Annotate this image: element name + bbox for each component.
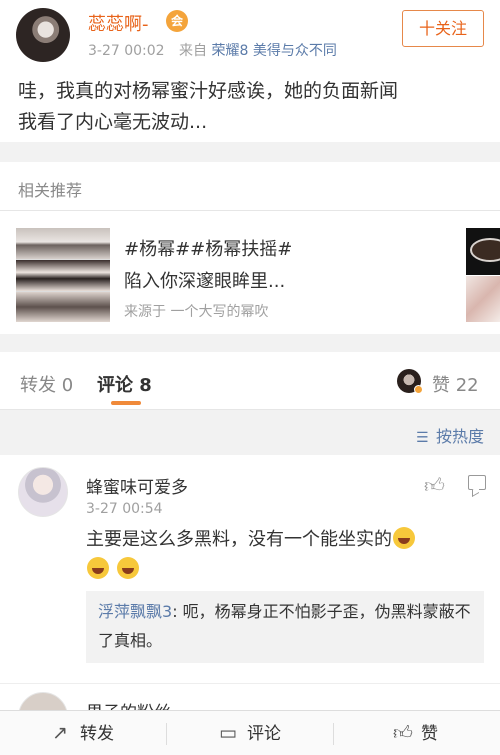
- comment-text: 主要是这么多黑料，没有一个能坐实的: [86, 525, 486, 585]
- sort-label: 按热度: [435, 427, 484, 446]
- laugh-emoji-icon: [87, 557, 109, 579]
- thumbs-up-icon[interactable]: 👍︎: [424, 473, 445, 498]
- related-recommendation: 相关推荐 #杨幂##杨幂扶摇# 陷入你深邃眼眸里... 来源于 一个大写的幂吹: [0, 162, 500, 334]
- author-avatar[interactable]: [16, 8, 70, 62]
- thumbnail-cup: [466, 228, 500, 275]
- commenter-avatar[interactable]: [18, 692, 68, 710]
- follow-button[interactable]: 十关注: [402, 10, 484, 47]
- recommendation-source: 来源于 一个大写的幂吹: [124, 304, 269, 320]
- post-time: 3-27 00:02: [88, 43, 165, 59]
- sub-reply-box[interactable]: 浮萍飘飘3: 呃，杨幂身正不怕影子歪，伪黑料蒙蔽不了真相。: [86, 591, 484, 663]
- repost-button[interactable]: ↗ 转发: [52, 711, 114, 755]
- share-icon: ↗: [52, 722, 68, 744]
- like-button[interactable]: 👍︎ 赞: [393, 711, 438, 755]
- liker-badge-icon: [414, 385, 423, 394]
- author-name[interactable]: 蕊蕊啊-: [88, 10, 149, 36]
- divider: [166, 723, 167, 745]
- vip-badge-icon: 会: [166, 10, 188, 32]
- thumbnail-dessert: [466, 276, 500, 322]
- recommendation-thumbnail-next[interactable]: [466, 228, 500, 322]
- thumbnail-strip: [16, 292, 110, 322]
- post-meta: 3-27 00:02 来自 荣耀8 美得与众不同: [88, 40, 337, 60]
- divider: [0, 210, 500, 211]
- recommendation-text[interactable]: 陷入你深邃眼眸里...: [124, 267, 285, 293]
- comment-time: 3-27 00:54: [86, 501, 163, 517]
- recommendation-tags[interactable]: #杨幂##杨幂扶摇#: [124, 235, 292, 261]
- recommendation-title: 相关推荐: [18, 181, 83, 200]
- comment-list: 蜂蜜味可爱多 3-27 00:54 👍︎ 主要是这么多黑料，没有一个能坐实的 浮…: [0, 455, 500, 710]
- post-content-line: 哇，我真的对杨幂蜜汁好感诶，她的负面新闻: [18, 80, 399, 102]
- repost-label: 转发: [80, 724, 114, 744]
- laugh-emoji-icon: [116, 557, 139, 579]
- divider: [333, 723, 334, 745]
- post-card: 蕊蕊啊- 会 3-27 00:02 来自 荣耀8 美得与众不同 十关注 哇，我真…: [0, 0, 500, 142]
- commenter-avatar[interactable]: [18, 467, 68, 517]
- comment-body: 主要是这么多黑料，没有一个能坐实的: [86, 529, 392, 550]
- tab-like[interactable]: 赞 22: [432, 371, 479, 397]
- thumbnail-strip: [16, 228, 110, 259]
- reply-icon[interactable]: [468, 475, 486, 490]
- post-from-label: 来自: [179, 43, 208, 59]
- interaction-tabs: 转发 0 评论 8 赞 22: [0, 352, 500, 409]
- commenter-name[interactable]: 果子的粉丝: [86, 698, 171, 710]
- sort-bar: ☰ 按热度: [0, 409, 500, 455]
- tab-comment[interactable]: 评论 8: [97, 371, 152, 397]
- post-content-line: 我看了内心毫无波动...: [18, 111, 208, 133]
- comment-icon: ▭: [219, 722, 237, 744]
- active-tab-underline: [111, 401, 141, 405]
- comment-item: 果子的粉丝: [0, 683, 500, 710]
- laugh-emoji-icon: [393, 527, 415, 549]
- like-label: 赞: [421, 724, 438, 744]
- bottom-action-bar: ↗ 转发 ▭ 评论 👍︎ 赞: [0, 710, 500, 755]
- sort-by-hot-button[interactable]: ☰ 按热度: [416, 423, 484, 447]
- commenter-name[interactable]: 蜂蜜味可爱多: [86, 473, 188, 498]
- sort-icon: ☰: [415, 430, 429, 446]
- post-source[interactable]: 荣耀8 美得与众不同: [211, 43, 336, 59]
- comment-item: 蜂蜜味可爱多 3-27 00:54 👍︎ 主要是这么多黑料，没有一个能坐实的 浮…: [0, 455, 500, 683]
- sub-reply-user[interactable]: 浮萍飘飘3: [98, 602, 172, 621]
- thumbs-up-icon: 👍︎: [393, 722, 413, 744]
- recommendation-thumbnail[interactable]: [16, 228, 110, 322]
- tab-repost[interactable]: 转发 0: [20, 371, 73, 397]
- comment-button[interactable]: ▭ 评论: [219, 711, 281, 755]
- comment-label: 评论: [247, 724, 281, 744]
- thumbnail-strip: [16, 260, 110, 291]
- post-content: 哇，我真的对杨幂蜜汁好感诶，她的负面新闻 我看了内心毫无波动...: [18, 76, 488, 138]
